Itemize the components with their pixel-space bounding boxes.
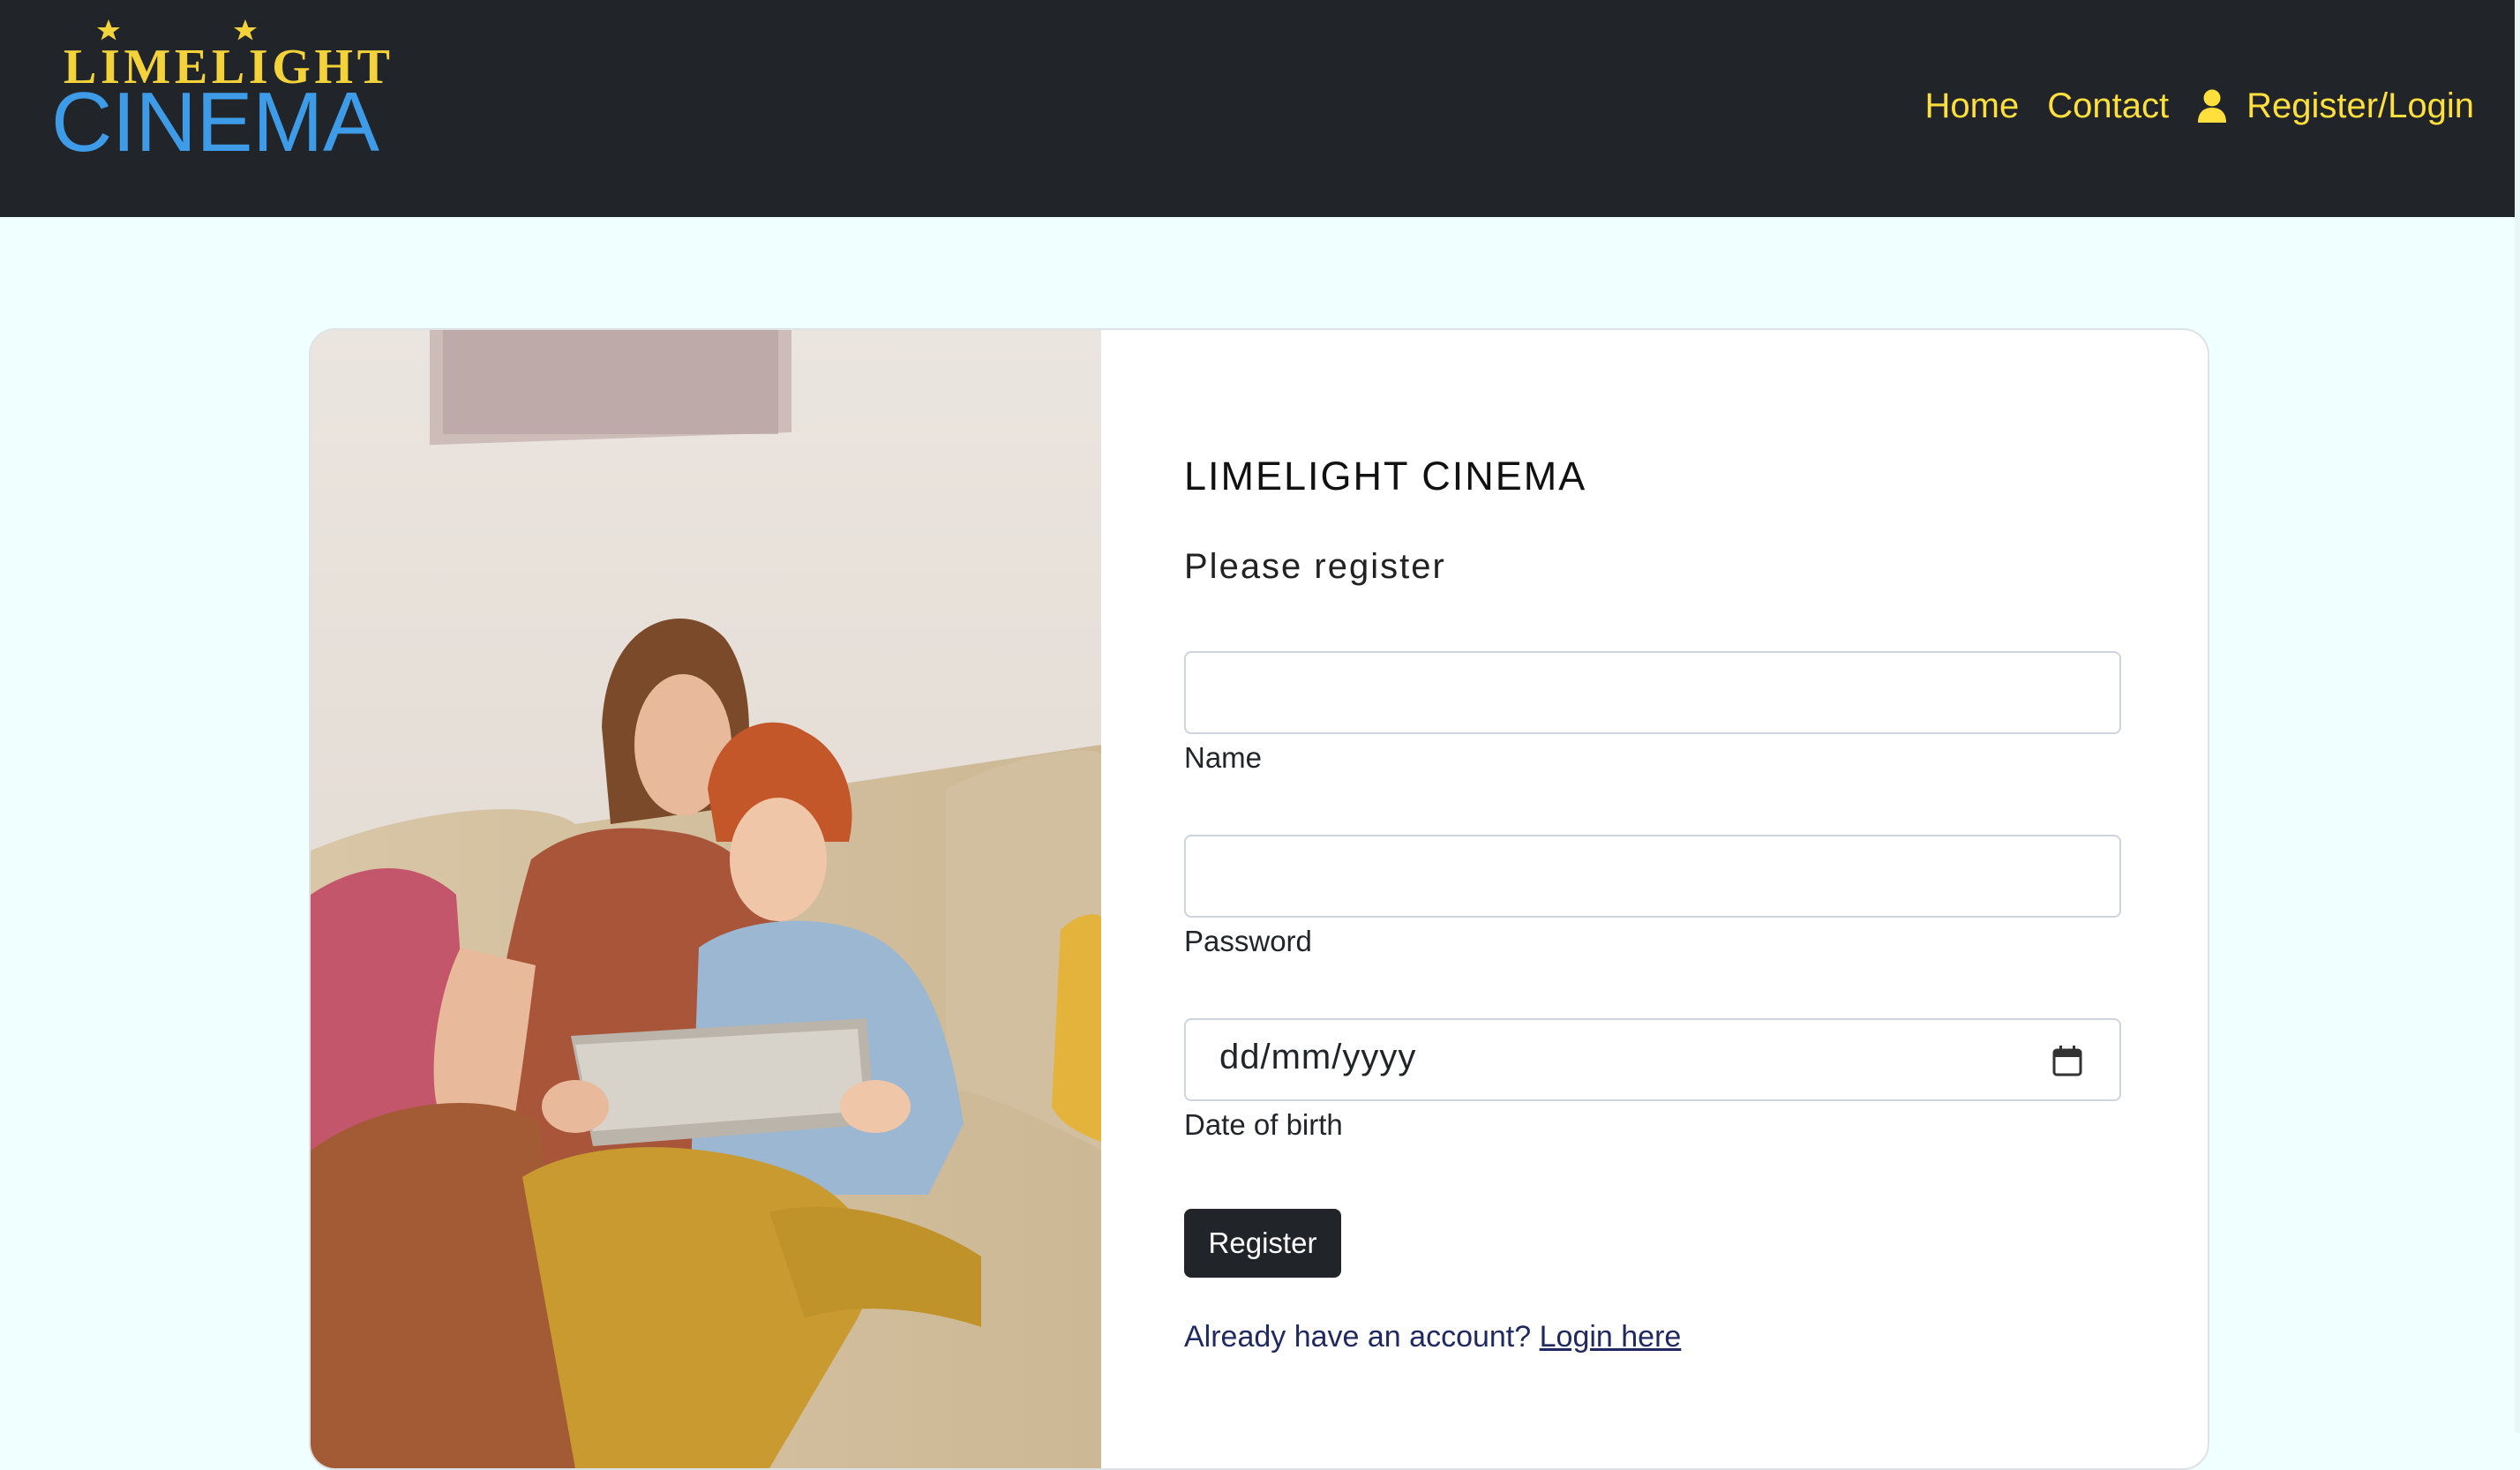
site-logo[interactable]: LIMELIGHT CINEMA	[49, 12, 402, 162]
register-button[interactable]: Register	[1184, 1209, 1341, 1278]
user-icon	[2198, 89, 2227, 123]
date-of-birth-input[interactable]: dd/mm/yyyy	[1184, 1018, 2121, 1101]
logo-graphic: LIMELIGHT CINEMA	[51, 19, 390, 162]
date-of-birth-placeholder: dd/mm/yyyy	[1219, 1038, 1417, 1076]
password-label: Password	[1184, 925, 1312, 957]
nav-links: Home Contact Register/Login	[1897, 81, 2475, 131]
photo-illustration	[311, 330, 1101, 1468]
account-prompt: Already have an account? Login here	[1184, 1320, 1681, 1354]
page-edge	[2515, 0, 2520, 1433]
date-of-birth-label: Date of birth	[1184, 1108, 1343, 1141]
nav-contact-link[interactable]: Contact	[2047, 81, 2169, 131]
register-card: LIMELIGHT CINEMA Please register Name Pa…	[309, 328, 2209, 1470]
name-label: Name	[1184, 741, 1263, 774]
family-photo	[311, 330, 1101, 1468]
calendar-icon[interactable]	[2052, 1045, 2082, 1076]
nav-home-link[interactable]: Home	[1925, 81, 2020, 131]
top-navbar: LIMELIGHT CINEMA Home Contact Register/L…	[0, 0, 2515, 217]
password-input[interactable]	[1184, 835, 2121, 918]
logo-line2: CINEMA	[51, 75, 379, 162]
name-input[interactable]	[1184, 651, 2121, 734]
nav-register-login-link[interactable]: Register/Login	[2197, 81, 2474, 131]
login-here-link[interactable]: Login here	[1540, 1320, 1682, 1354]
account-prompt-text: Already have an account?	[1184, 1320, 1532, 1354]
form-subtitle: Please register	[1184, 547, 1446, 586]
nav-register-login-label: Register/Login	[2246, 86, 2474, 125]
form-brand-title: LIMELIGHT CINEMA	[1184, 454, 1587, 499]
